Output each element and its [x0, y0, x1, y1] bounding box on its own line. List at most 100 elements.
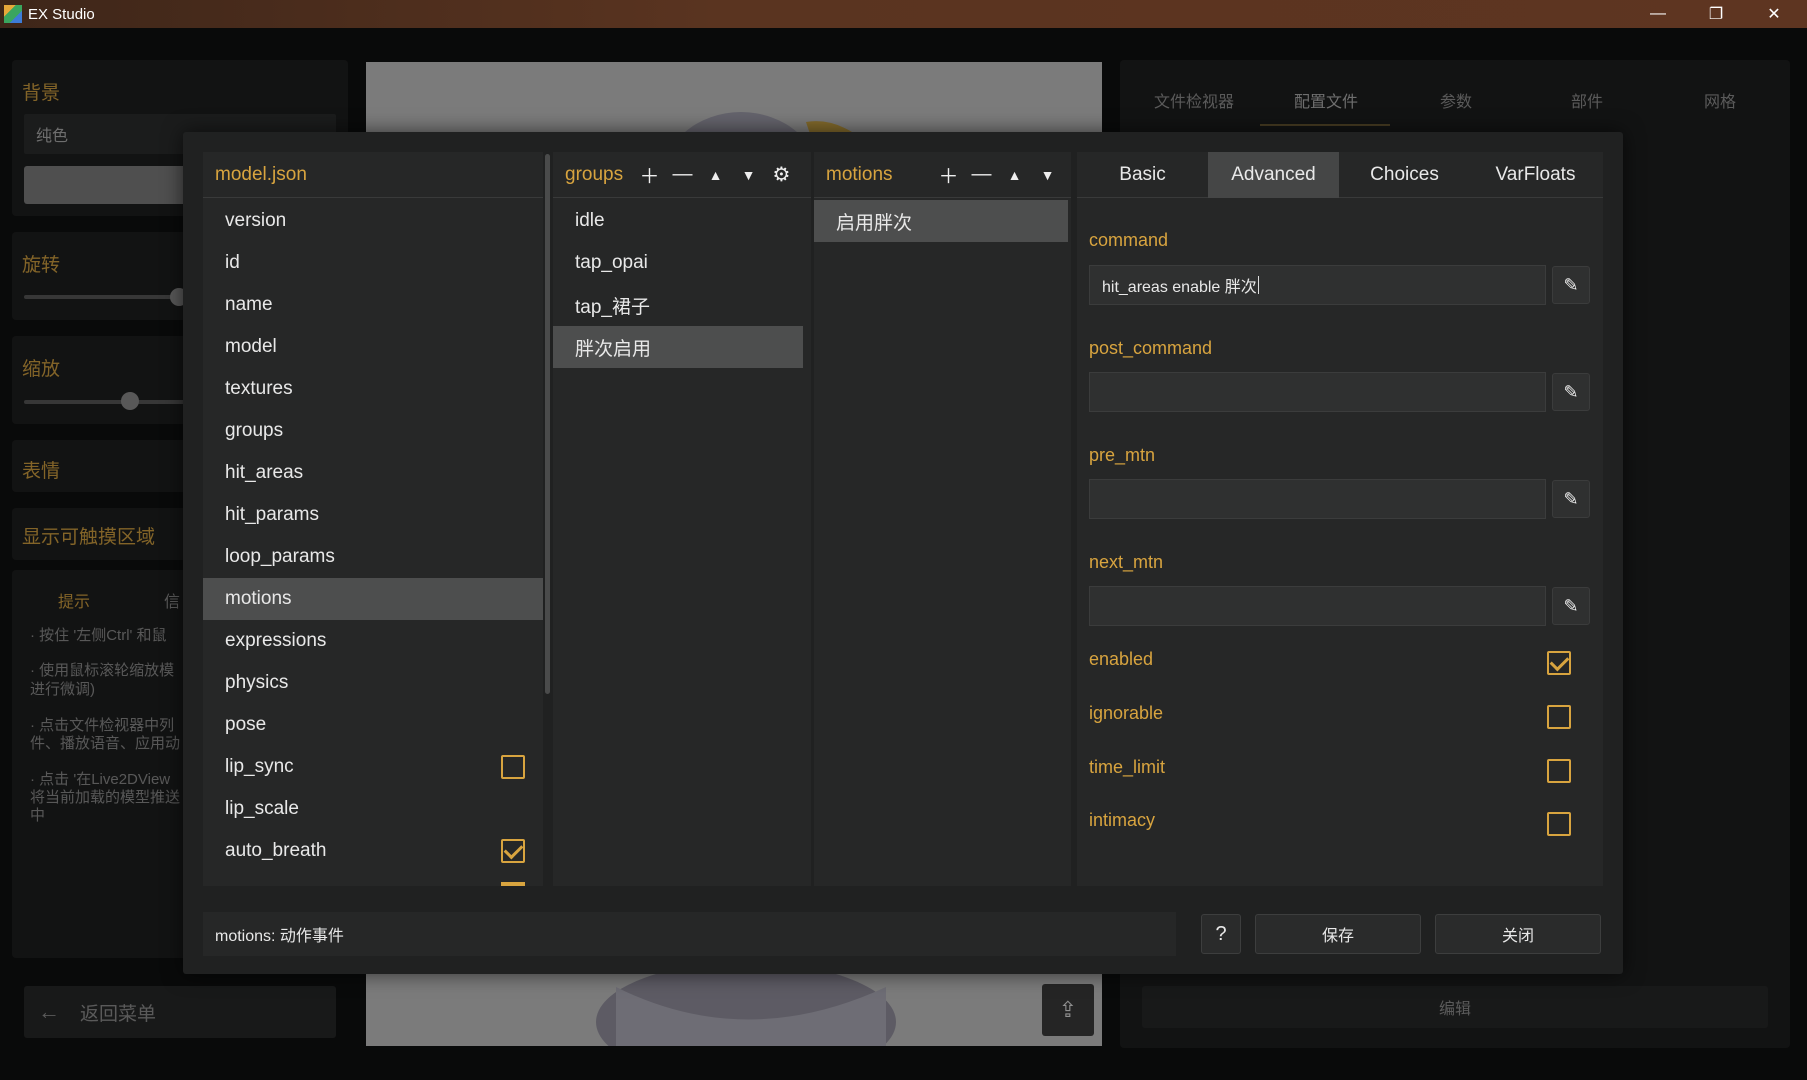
auto-breath-checkbox[interactable]: [501, 839, 525, 863]
remove-motion-icon[interactable]: —: [965, 152, 998, 198]
move-up-motion-icon[interactable]: ▲: [998, 152, 1031, 198]
list-item-label: version: [225, 210, 287, 231]
list-item[interactable]: groups: [203, 410, 543, 452]
list-item[interactable]: lip_sync: [203, 746, 543, 788]
command-label: command: [1089, 230, 1169, 250]
minimize-button[interactable]: —: [1629, 0, 1687, 28]
detail-tabs: Basic Advanced Choices VarFloats: [1077, 152, 1603, 198]
root-keys-panel: model.json version id name model texture…: [203, 152, 550, 886]
gear-icon[interactable]: ⚙: [765, 152, 798, 198]
list-item[interactable]: name: [203, 284, 543, 326]
list-item-label: model: [225, 336, 277, 357]
list-item-label: 胖次启用: [575, 338, 652, 360]
enabled-checkbox[interactable]: [1547, 651, 1571, 675]
tab-varfloats[interactable]: VarFloats: [1470, 152, 1601, 198]
list-item[interactable]: pose: [203, 704, 543, 746]
list-item-label: tap_裙子: [575, 296, 650, 318]
list-item-label: id: [225, 252, 240, 273]
list-item-label: hit_params: [225, 504, 319, 525]
post-command-input[interactable]: [1089, 372, 1546, 412]
list-item[interactable]: model: [203, 326, 543, 368]
list-item-label: physics: [225, 672, 289, 693]
list-item-label: loop_params: [225, 546, 335, 567]
lip-sync-checkbox[interactable]: [501, 755, 525, 779]
text-cursor: [1257, 276, 1259, 294]
model-json-editor-dialog: model.json version id name model texture…: [183, 132, 1623, 974]
list-item-selected[interactable]: motions: [203, 578, 543, 620]
list-item[interactable]: auto_breath: [203, 830, 543, 872]
list-item[interactable]: textures: [203, 368, 543, 410]
list-item[interactable]: loop_params: [203, 536, 543, 578]
time-limit-label: time_limit: [1089, 757, 1166, 777]
pre-mtn-input[interactable]: [1089, 479, 1546, 519]
save-button[interactable]: 保存: [1255, 914, 1421, 954]
app-title: EX Studio: [28, 5, 95, 23]
add-motion-icon[interactable]: ＋: [932, 152, 965, 198]
intimacy-checkbox[interactable]: [1547, 812, 1571, 836]
maximize-button[interactable]: ❐: [1687, 0, 1745, 28]
ignorable-checkbox[interactable]: [1547, 705, 1571, 729]
close-window-button[interactable]: ✕: [1745, 0, 1803, 28]
post-command-edit-button[interactable]: ✎: [1552, 373, 1590, 411]
pencil-icon: ✎: [1563, 595, 1579, 616]
list-item-selected[interactable]: 启用胖次: [814, 200, 1068, 242]
tab-basic[interactable]: Basic: [1077, 152, 1208, 198]
list-item-label: auto_breath: [225, 840, 327, 861]
motion-detail-panel: Basic Advanced Choices VarFloats command…: [1077, 152, 1603, 886]
motions-header: motions ＋ — ▲ ▼: [814, 152, 1071, 198]
close-button[interactable]: 关闭: [1435, 914, 1601, 954]
list-item[interactable]: hit_params: [203, 494, 543, 536]
remove-group-icon[interactable]: —: [666, 152, 699, 198]
next-mtn-edit-button[interactable]: ✎: [1552, 587, 1590, 625]
pencil-icon: ✎: [1563, 381, 1579, 402]
list-item[interactable]: physics: [203, 662, 543, 704]
status-text: motions: 动作事件: [215, 928, 344, 945]
list-item[interactable]: version: [203, 200, 543, 242]
add-group-icon[interactable]: ＋: [633, 152, 666, 198]
list-item[interactable]: lip_scale: [203, 788, 543, 830]
command-value: hit_areas enable 胖次: [1102, 279, 1257, 296]
pre-mtn-label: pre_mtn: [1089, 445, 1156, 465]
post-command-label: post_command: [1089, 338, 1213, 358]
list-item-label: tap_opai: [575, 252, 648, 273]
list-item[interactable]: hit_areas: [203, 452, 543, 494]
partial-checkbox-edge: [501, 882, 525, 886]
root-keys-title: model.json: [215, 163, 307, 185]
list-item-label: lip_scale: [225, 798, 299, 819]
list-item[interactable]: id: [203, 242, 543, 284]
tab-choices[interactable]: Choices: [1339, 152, 1470, 198]
pre-mtn-edit-button[interactable]: ✎: [1552, 480, 1590, 518]
list-item-label: hit_areas: [225, 462, 304, 483]
intimacy-label: intimacy: [1089, 810, 1156, 830]
app-logo-icon: [4, 5, 22, 23]
groups-panel: groups ＋ — ▲ ▼ ⚙ idle tap_opai tap_裙子 胖次…: [553, 152, 811, 886]
enabled-label: enabled: [1089, 649, 1154, 669]
motions-panel: motions ＋ — ▲ ▼ 启用胖次: [814, 152, 1071, 886]
list-item-label: motions: [225, 588, 292, 609]
command-edit-button[interactable]: ✎: [1552, 266, 1590, 304]
list-item[interactable]: tap_裙子: [553, 284, 803, 326]
list-item[interactable]: tap_opai: [553, 242, 803, 284]
list-item[interactable]: expressions: [203, 620, 543, 662]
list-item[interactable]: idle: [553, 200, 803, 242]
tab-advanced[interactable]: Advanced: [1208, 152, 1339, 198]
list-item-label: idle: [575, 210, 605, 231]
root-keys-scrollbar[interactable]: [545, 154, 550, 694]
move-up-group-icon[interactable]: ▲: [699, 152, 732, 198]
list-item-label: 启用胖次: [836, 212, 913, 234]
list-item-selected[interactable]: 胖次启用: [553, 326, 803, 368]
command-input[interactable]: hit_areas enable 胖次: [1089, 265, 1546, 305]
root-keys-header: model.json: [203, 152, 543, 198]
help-button[interactable]: ?: [1201, 914, 1241, 954]
groups-header: groups ＋ — ▲ ▼ ⚙: [553, 152, 811, 198]
list-item-label: pose: [225, 714, 267, 735]
next-mtn-label: next_mtn: [1089, 552, 1164, 572]
list-item-label: expressions: [225, 630, 327, 651]
motions-title: motions: [826, 163, 893, 185]
move-down-motion-icon[interactable]: ▼: [1031, 152, 1064, 198]
time-limit-checkbox[interactable]: [1547, 759, 1571, 783]
ignorable-label: ignorable: [1089, 703, 1164, 723]
next-mtn-input[interactable]: [1089, 586, 1546, 626]
move-down-group-icon[interactable]: ▼: [732, 152, 765, 198]
list-item-label: lip_sync: [225, 756, 294, 777]
